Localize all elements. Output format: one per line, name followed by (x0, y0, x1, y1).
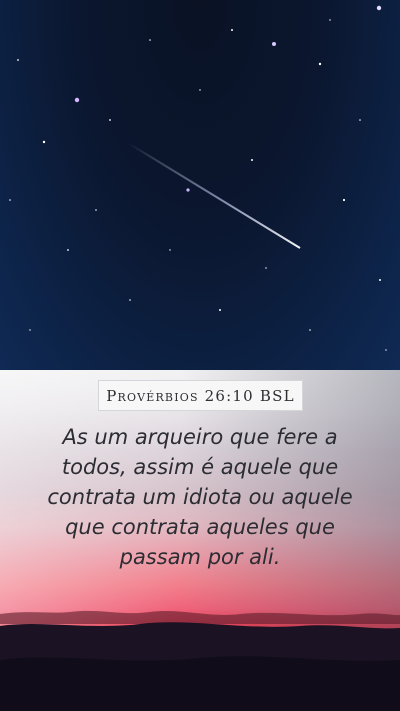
verse-reference-badge: Provérbios 26:10 BSL (98, 380, 303, 411)
night-sky-photo (0, 0, 400, 370)
starfield-illustration (9, 5, 387, 351)
shooting-star (127, 142, 301, 249)
verse-wallpaper: Provérbios 26:10 BSL As um arqueiro que … (0, 0, 400, 711)
horizon-silhouette (0, 610, 400, 711)
verse-text: As um arqueiro que fere a todos, assim é… (47, 425, 353, 569)
